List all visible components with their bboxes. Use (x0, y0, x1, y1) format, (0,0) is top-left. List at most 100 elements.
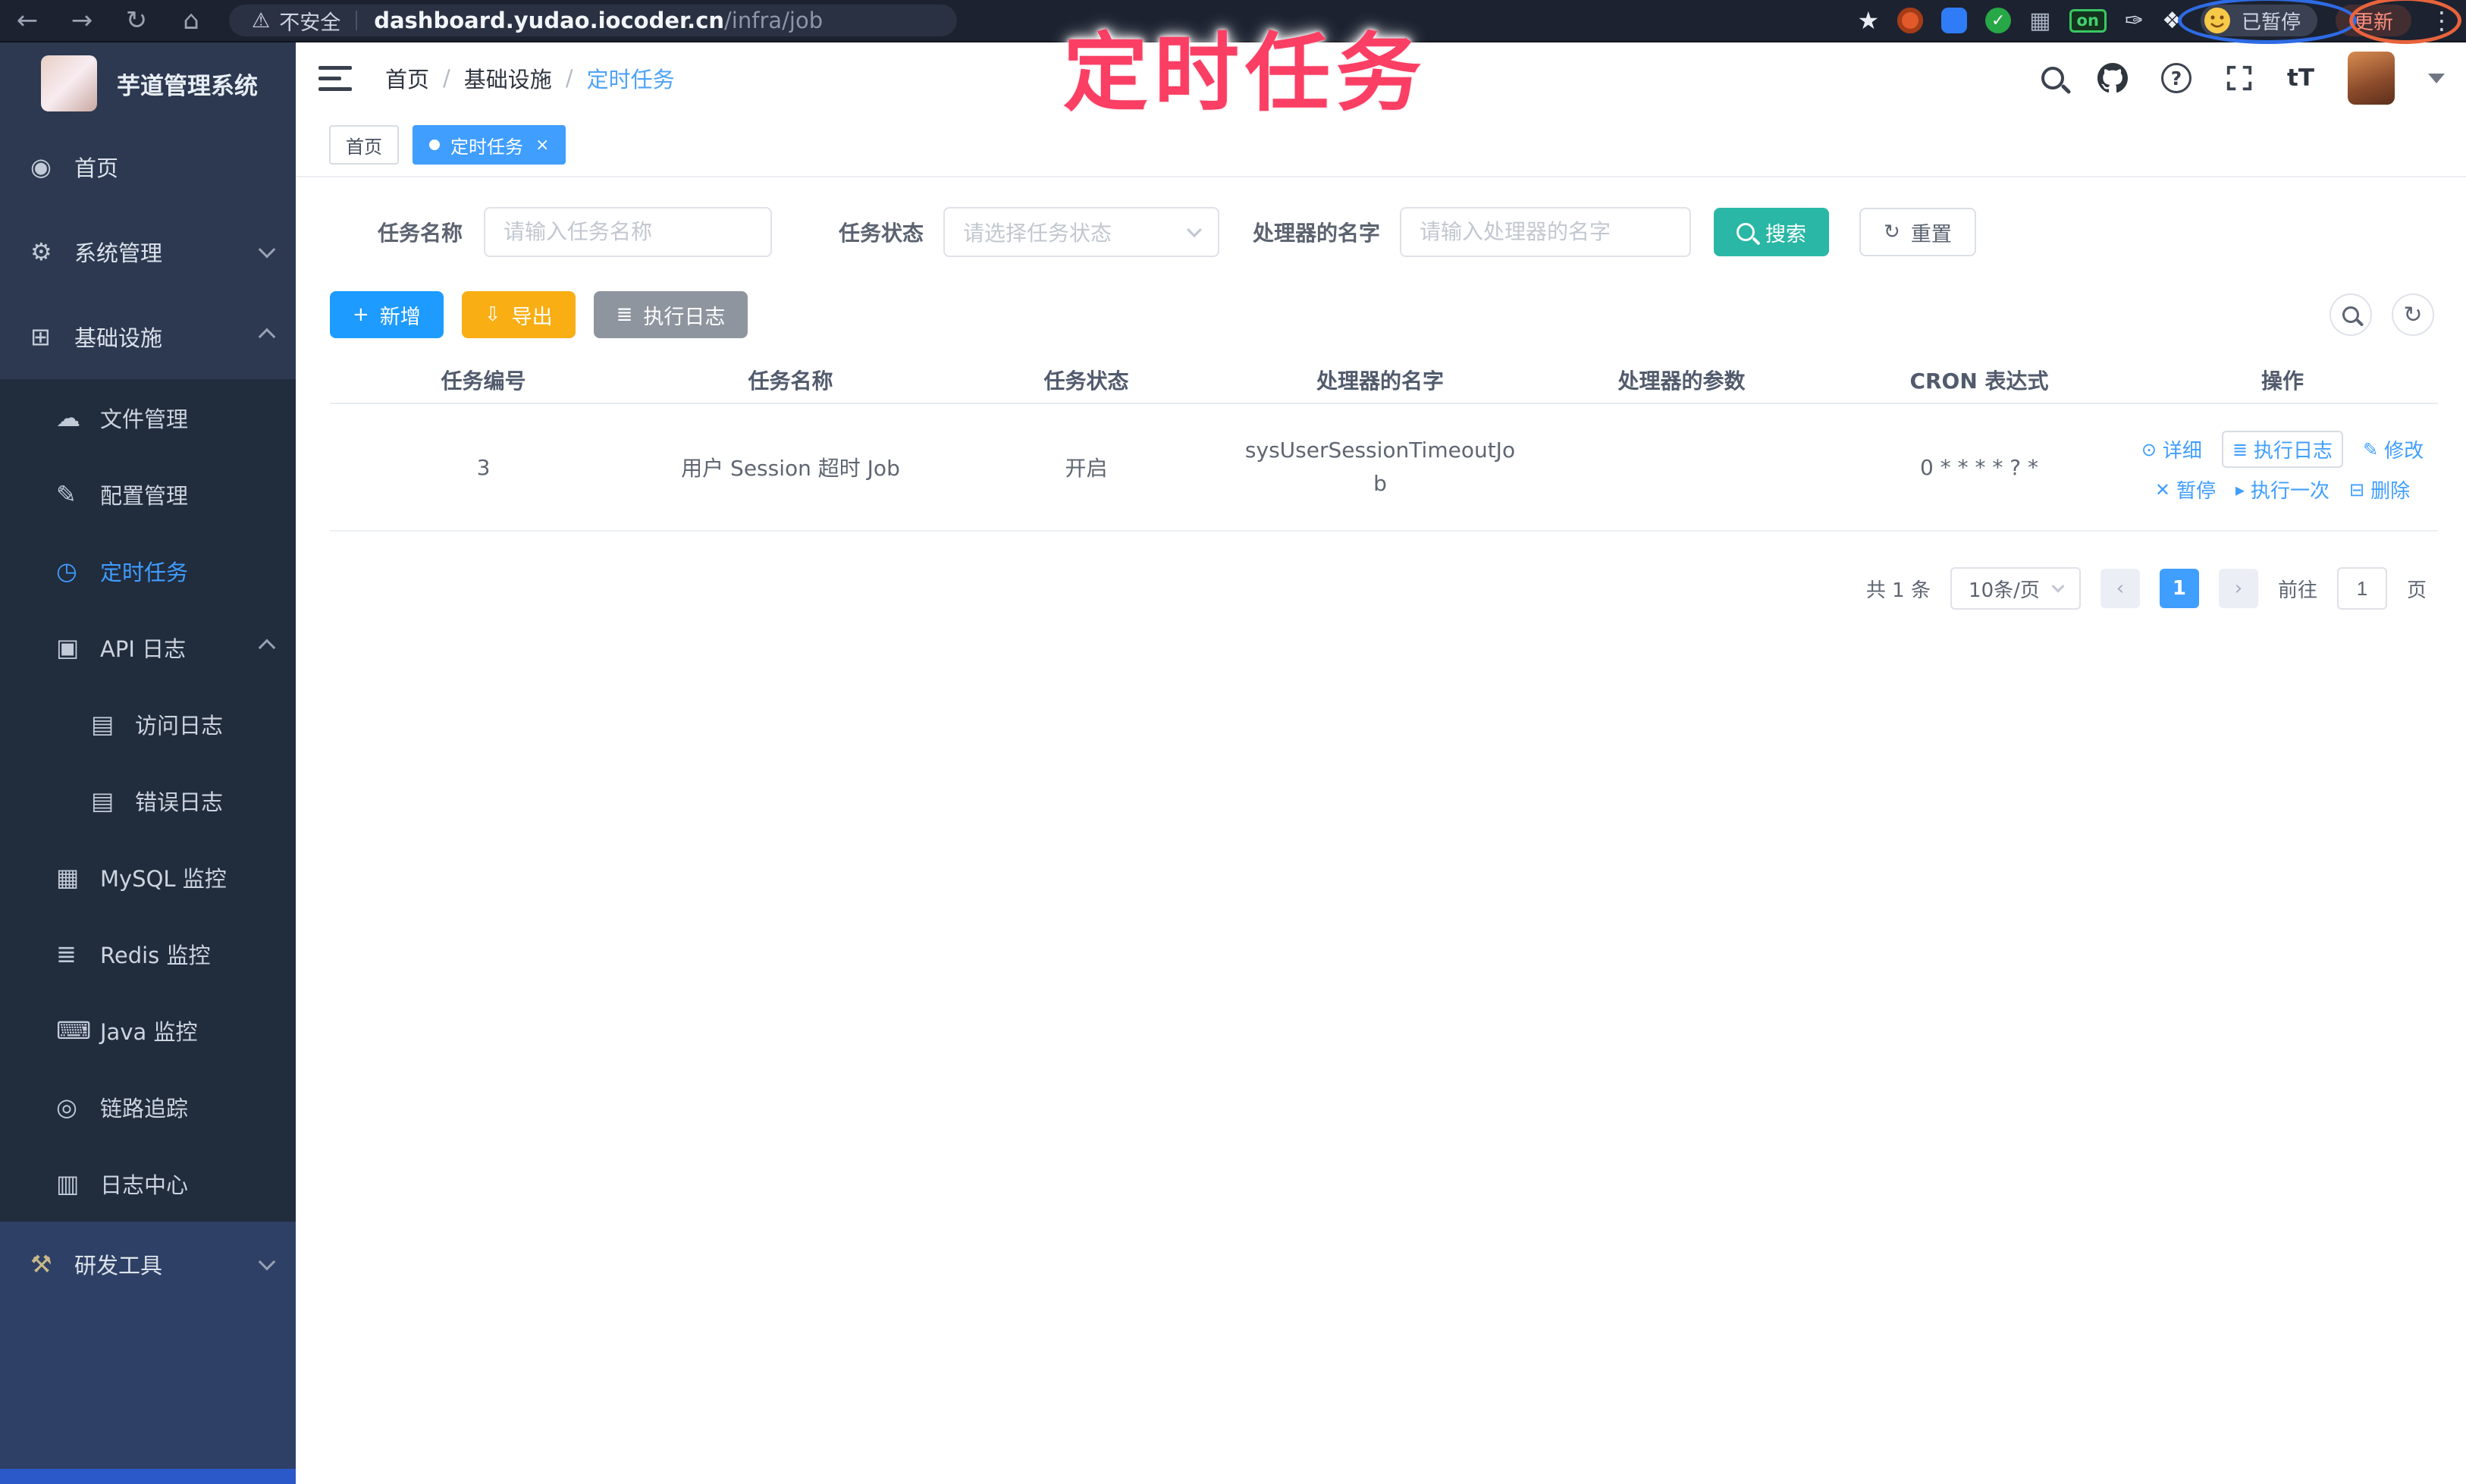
forward-icon[interactable]: → (55, 5, 109, 36)
list-icon: ≣ (2232, 438, 2248, 460)
sidebar-bottom-section: ⚒ 研发工具 (0, 1222, 296, 1484)
address-bar[interactable]: ⚠ 不安全 dashboard.yudao.iocoder.cn /infra/… (229, 5, 957, 36)
sidebar-item-system[interactable]: ⚙ 系统管理 (0, 209, 296, 294)
current-page-button[interactable]: 1 (2159, 569, 2199, 608)
row-actions-line2: ✕ 暂停 ▸ 执行一次 ⊟ 删除 (2155, 475, 2410, 504)
sidebar-item-home[interactable]: ◉ 首页 (0, 124, 296, 209)
refresh-icon: ↻ (2403, 301, 2423, 328)
sidebar-item-log-center[interactable]: ▥ 日志中心 (0, 1145, 296, 1222)
toolbox-icon: ⚒ (30, 1250, 52, 1278)
sidebar-item-label: 错误日志 (135, 789, 224, 815)
col-job-id: 任务编号 (330, 356, 637, 404)
sidebar-item-redis-monitor[interactable]: ≣ Redis 监控 (0, 915, 296, 992)
plus-icon: + (353, 303, 369, 326)
cell-actions: ⊙ 详细 ≣ 执行日志 ✎ 修改 ✕ 暂停 ▸ 执行一次 ⊟ 删除 (2127, 403, 2438, 532)
terminal-icon: ⌨ (56, 1015, 92, 1045)
sidebar-item-dev-tools[interactable]: ⚒ 研发工具 (0, 1222, 296, 1307)
run-once-link[interactable]: ▸ 执行一次 (2235, 475, 2330, 504)
prev-page-button[interactable]: ‹ (2100, 569, 2140, 608)
sidebar-item-error-log[interactable]: ▤ 错误日志 (0, 762, 296, 839)
reset-button-label: 重置 (1910, 222, 1952, 246)
github-icon[interactable] (2097, 63, 2129, 93)
exec-log-link[interactable]: ≣ 执行日志 (2221, 431, 2344, 468)
sidebar-item-infra[interactable]: ⊞ 基础设施 (0, 294, 296, 379)
sidebar-item-access-log[interactable]: ▤ 访问日志 (0, 686, 296, 762)
extension-icon-grid[interactable]: ▦ (2029, 8, 2050, 34)
reload-icon[interactable]: ↻ (109, 5, 164, 36)
extension-icon-green[interactable]: ✓ (1985, 8, 2012, 33)
col-handler-param: 处理器的参数 (1532, 356, 1831, 404)
sidebar-item-scheduled-jobs[interactable]: ◷ 定时任务 (0, 532, 296, 609)
extension-icon-orange[interactable] (1897, 8, 1924, 33)
tag-home[interactable]: 首页 (329, 125, 399, 165)
jump-page-input[interactable] (2336, 567, 2387, 610)
sidebar-item-mysql-monitor[interactable]: ▦ MySQL 监控 (0, 839, 296, 915)
job-name-input[interactable] (484, 207, 773, 257)
sidebar-item-file-manage[interactable]: ☁ 文件管理 (0, 379, 296, 456)
extension-on-badge[interactable]: on (2069, 8, 2107, 33)
export-button[interactable]: ⇩ 导出 (461, 291, 576, 338)
chevron-down-icon (258, 1253, 276, 1271)
page-size-select[interactable]: 10条/页 (1950, 567, 2081, 610)
search-icon (2342, 306, 2359, 323)
col-actions: 操作 (2127, 356, 2438, 404)
next-page-button[interactable]: › (2218, 569, 2258, 608)
cell-job-id: 3 (330, 403, 637, 532)
extension-icon-blue[interactable] (1941, 8, 1968, 33)
search-button[interactable]: 搜索 (1714, 208, 1830, 256)
breadcrumb-home[interactable]: 首页 (385, 62, 429, 94)
job-status-select[interactable]: 请选择任务状态 (943, 207, 1220, 257)
toggle-search-button[interactable] (2330, 293, 2372, 336)
sidebar-item-config-manage[interactable]: ✎ 配置管理 (0, 456, 296, 532)
search-icon[interactable] (2041, 67, 2065, 89)
tag-close-icon[interactable]: × (535, 136, 549, 155)
add-button[interactable]: + 新增 (330, 291, 444, 338)
chevron-down-icon (258, 240, 276, 259)
tag-scheduled-jobs[interactable]: 定时任务 × (413, 125, 566, 165)
warning-icon: ⚠ (252, 8, 271, 33)
sidebar-item-tracing[interactable]: ◎ 链路追踪 (0, 1068, 296, 1145)
bookmark-star-icon[interactable]: ★ (1857, 6, 1879, 35)
sidebar-item-label: 链路追踪 (100, 1095, 189, 1122)
job-status-placeholder: 请选择任务状态 (963, 221, 1112, 246)
exec-log-button[interactable]: ≣ 执行日志 (593, 291, 748, 338)
extension-icon-feather[interactable]: ✑ (2125, 8, 2144, 34)
fullscreen-icon[interactable] (2225, 64, 2254, 93)
security-label: 不安全 (279, 11, 341, 35)
filter-form: 任务名称 任务状态 请选择任务状态 处理器的名字 搜索 ↻ 重置 (378, 207, 1976, 257)
delete-link[interactable]: ⊟ 删除 (2349, 475, 2410, 504)
page-size-value: 10条/页 (1969, 579, 2040, 602)
search-button-label: 搜索 (1765, 222, 1807, 246)
home-icon[interactable]: ⌂ (164, 5, 218, 36)
back-icon[interactable]: ← (0, 5, 55, 36)
avatar-caret-icon[interactable] (2428, 73, 2445, 83)
gear-icon: ⚙ (30, 237, 52, 266)
header-actions: ? tT (2041, 52, 2445, 105)
breadcrumb-infra[interactable]: 基础设施 (464, 62, 552, 94)
edit-link[interactable]: ✎ 修改 (2363, 435, 2424, 463)
sidebar-fold-icon[interactable] (318, 65, 352, 91)
refresh-table-button[interactable]: ↻ (2392, 293, 2434, 336)
help-icon[interactable]: ? (2161, 63, 2192, 93)
app-title: 芋道管理系统 (117, 72, 258, 100)
breadcrumb: 首页 / 基础设施 / 定时任务 (385, 62, 675, 94)
play-icon: ▸ (2235, 478, 2245, 500)
cell-handler-name: sysUserSessionTimeoutJob (1228, 403, 1532, 532)
handler-name-input[interactable] (1400, 207, 1692, 257)
text-size-icon[interactable]: tT (2287, 64, 2314, 92)
chevron-down-icon (2051, 579, 2065, 593)
log-icon: ▤ (91, 786, 115, 815)
sidebar-item-java-monitor[interactable]: ⌨ Java 监控 (0, 992, 296, 1068)
col-job-name: 任务名称 (637, 356, 944, 404)
detail-link[interactable]: ⊙ 详细 (2141, 435, 2202, 463)
pause-link[interactable]: ✕ 暂停 (2155, 475, 2216, 504)
sidebar-item-label: API 日志 (100, 635, 187, 662)
eye-icon: ◎ (56, 1092, 77, 1122)
user-avatar[interactable] (2348, 52, 2395, 105)
edit-icon: ✎ (56, 479, 77, 509)
job-name-label: 任务名称 (378, 221, 463, 246)
reset-button[interactable]: ↻ 重置 (1859, 208, 1976, 256)
edit-icon: ✎ (2363, 438, 2379, 460)
sidebar-item-api-log[interactable]: ▣ API 日志 (0, 609, 296, 686)
annotation-title: 定时任务 (1063, 24, 1427, 123)
